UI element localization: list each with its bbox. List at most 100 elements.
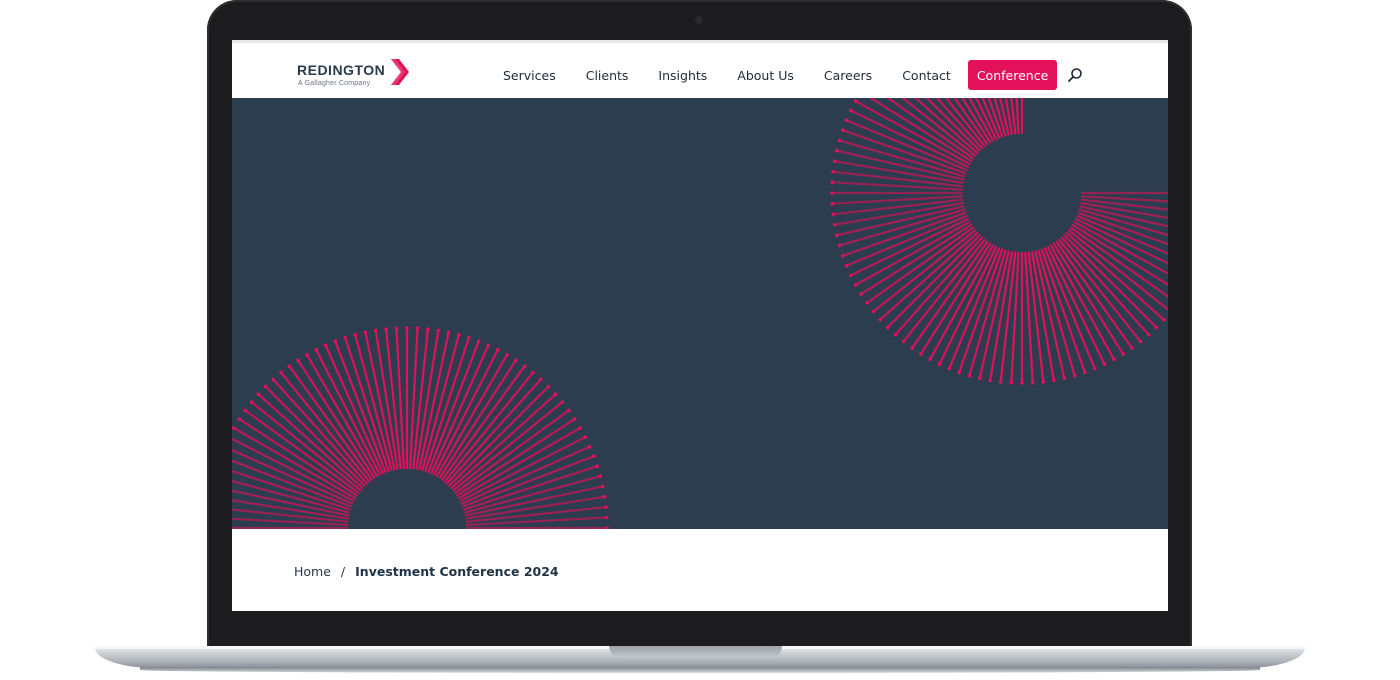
hero-burst-bottom-left-ray-tip (296, 358, 300, 363)
hero-burst-top-right-ray-tip (844, 118, 849, 123)
hero-burst-bottom-left-ray-tip (587, 444, 592, 449)
hero-burst-top-right-ray-tip (1161, 317, 1166, 322)
hero-burst-top-right-ray-tip (849, 273, 853, 278)
hero-burst-top-right-ray-tip (988, 378, 992, 383)
hero-burst-bottom-left-ray-tip (314, 348, 318, 352)
nav-item-clients[interactable]: Clients (586, 68, 629, 83)
breadcrumb-separator: / (340, 564, 346, 579)
hero-burst-top-right-ray-tip (1009, 380, 1014, 385)
hero-burst-bottom-left-ray-tip (263, 384, 268, 389)
hero-burst-bottom-left-ray-tip (446, 330, 451, 335)
nav-item-insights[interactable]: Insights (658, 68, 707, 83)
hero-burst-top-right-ray-tip (849, 108, 853, 113)
hero-burst-top-right-ray-tip (837, 138, 842, 143)
hero-burst-bottom-left-ray (461, 455, 595, 508)
hero-burst-bottom-left-ray-tip (605, 526, 609, 529)
hero-burst-top-right-ray-tip (1062, 376, 1067, 381)
hero-burst-bottom-left-ray-tip (287, 364, 292, 369)
hero-burst-bottom-left-ray-tip (531, 370, 535, 375)
hero-burst-bottom-left-ray-tip (384, 327, 388, 331)
hero-burst-top-right-ray (1080, 198, 1168, 211)
breadcrumb-home-link[interactable]: Home (294, 564, 331, 579)
hero-burst-top-right-ray-tip (977, 376, 982, 381)
chevron-right-icon (391, 59, 409, 85)
hero-burst-bottom-left-ray-tip (583, 435, 587, 440)
hero-burst-top-right-ray-tip (1102, 362, 1107, 367)
hero-burst-top-right-ray-tip (967, 373, 972, 378)
hero-burst-top-right-ray-tip (919, 352, 923, 356)
hero-burst-bottom-left-ray-tip (373, 328, 378, 333)
hero-burst-top-right-ray-tip (840, 254, 845, 258)
hero-burst-bottom-left-ray-tip (363, 330, 368, 335)
hero-burst-bottom-left-ray-tip (426, 327, 430, 331)
hero-burst-bottom-left-ray-tip (353, 333, 357, 337)
hero-burst-bottom-left-ray-tip (323, 343, 328, 348)
hero-banner (232, 98, 1168, 529)
hero-burst-bottom-left-ray-tip (457, 333, 461, 337)
hero-burst-top-right-ray-tip (1112, 357, 1116, 362)
hero-burst-top-right-ray-tip (859, 292, 863, 296)
hero-burst-bottom-left-ray-tip (415, 326, 420, 331)
hero-burst-bottom-left-ray (232, 517, 349, 526)
breadcrumb-current-page: Investment Conference 2024 (355, 564, 559, 579)
hero-burst-top-right-ray-tip (871, 309, 876, 314)
hero-burst-top-right-ray-tip (893, 332, 898, 337)
hero-burst-top-right-ray-tip (830, 191, 834, 195)
hero-burst-bottom-left (232, 326, 609, 529)
hero-burst-bottom-left-ray (334, 340, 387, 474)
hero-burst-top-right-ray-tip (1030, 380, 1035, 385)
hero-burst-top-right-ray-tip (832, 223, 837, 227)
hero-burst-top-right-ray-tip (832, 159, 837, 163)
hero-burst-bottom-left-ray-tip (598, 474, 602, 479)
hero-burst-top-right-ray (1080, 195, 1168, 203)
hero-burst-bottom-left-ray-tip (602, 494, 607, 499)
hero-burst-top-right-ray-tip (1083, 370, 1087, 375)
hero-burst-bottom-left-ray-tip (271, 377, 275, 382)
hero-burst-bottom-left-ray-tip (343, 336, 347, 340)
main-nav: Services Clients Insights About Us Caree… (503, 60, 1083, 90)
hero-burst-top-right-ray-tip (837, 243, 842, 248)
hero-burst-top-right-ray-tip (885, 325, 890, 330)
hero-burst-top-right-ray-tip (835, 233, 839, 238)
nav-item-about-us[interactable]: About Us (737, 68, 794, 83)
hero-burst-top-right-ray-tip (1072, 373, 1077, 378)
hero-burst-bottom-left-ray-tip (567, 408, 571, 413)
nav-item-careers[interactable]: Careers (824, 68, 872, 83)
hero-burst-top-right-ray-tip (998, 380, 1003, 384)
hero-burst-top-right-ray-tip (853, 283, 858, 287)
browser-screen: REDINGTON A Gallagher Company Services C… (232, 40, 1168, 611)
search-icon[interactable] (1067, 67, 1083, 83)
redington-logo[interactable]: REDINGTON A Gallagher Company (297, 57, 417, 93)
hero-burst-bottom-left-ray-tip (279, 370, 283, 375)
hero-burst-top-right-ray-tip (844, 263, 849, 268)
hero-burst-bottom-left-ray-tip (232, 426, 236, 430)
hero-burst-bottom-left-ray-tip (394, 326, 399, 331)
hero-burst-top-right-ray-tip (865, 301, 869, 305)
hero-burst-top-right-ray-tip (840, 128, 845, 132)
laptop-notch (609, 646, 782, 658)
hero-burst-bottom-left-ray-tip (467, 336, 471, 340)
hero-burst-top-right-ray-tip (1020, 381, 1024, 385)
hero-burst-bottom-left-ray-tip (572, 417, 577, 421)
hero-burst-top-right-ray-tip (910, 346, 914, 350)
hero-burst-top-right-ray-tip (831, 212, 835, 217)
conference-button[interactable]: Conference (967, 60, 1058, 90)
hero-burst-top-right (830, 98, 1168, 385)
hero-burst-bottom-left-ray-tip (600, 484, 605, 489)
hero-burst-bottom-left-ray-tip (560, 400, 565, 404)
hero-burst-top-right-ray-tip (1092, 366, 1097, 371)
laptop-base-bottom (140, 667, 1260, 673)
hero-burst-top-right-ray-tip (947, 366, 952, 371)
nav-item-services[interactable]: Services (503, 68, 556, 83)
hero-burst-bottom-left-ray-tip (604, 515, 609, 520)
hero-burst-bottom-left-ray (427, 340, 480, 474)
nav-item-contact[interactable]: Contact (902, 68, 951, 83)
hero-burst-top-right-ray-tip (1121, 352, 1125, 356)
camera-dot (695, 16, 703, 24)
hero-burst-top-right-ray-tip (830, 180, 835, 185)
hero-burst-bottom-left-ray-tip (553, 392, 558, 397)
hero-burst-bottom-left-ray-tip (305, 353, 309, 357)
hero-burst-top-right-ray-tip (1041, 380, 1046, 384)
hero-burst-bottom-left-ray-tip (522, 364, 527, 369)
hero-burst-top-right-ray-tip (1130, 346, 1134, 350)
